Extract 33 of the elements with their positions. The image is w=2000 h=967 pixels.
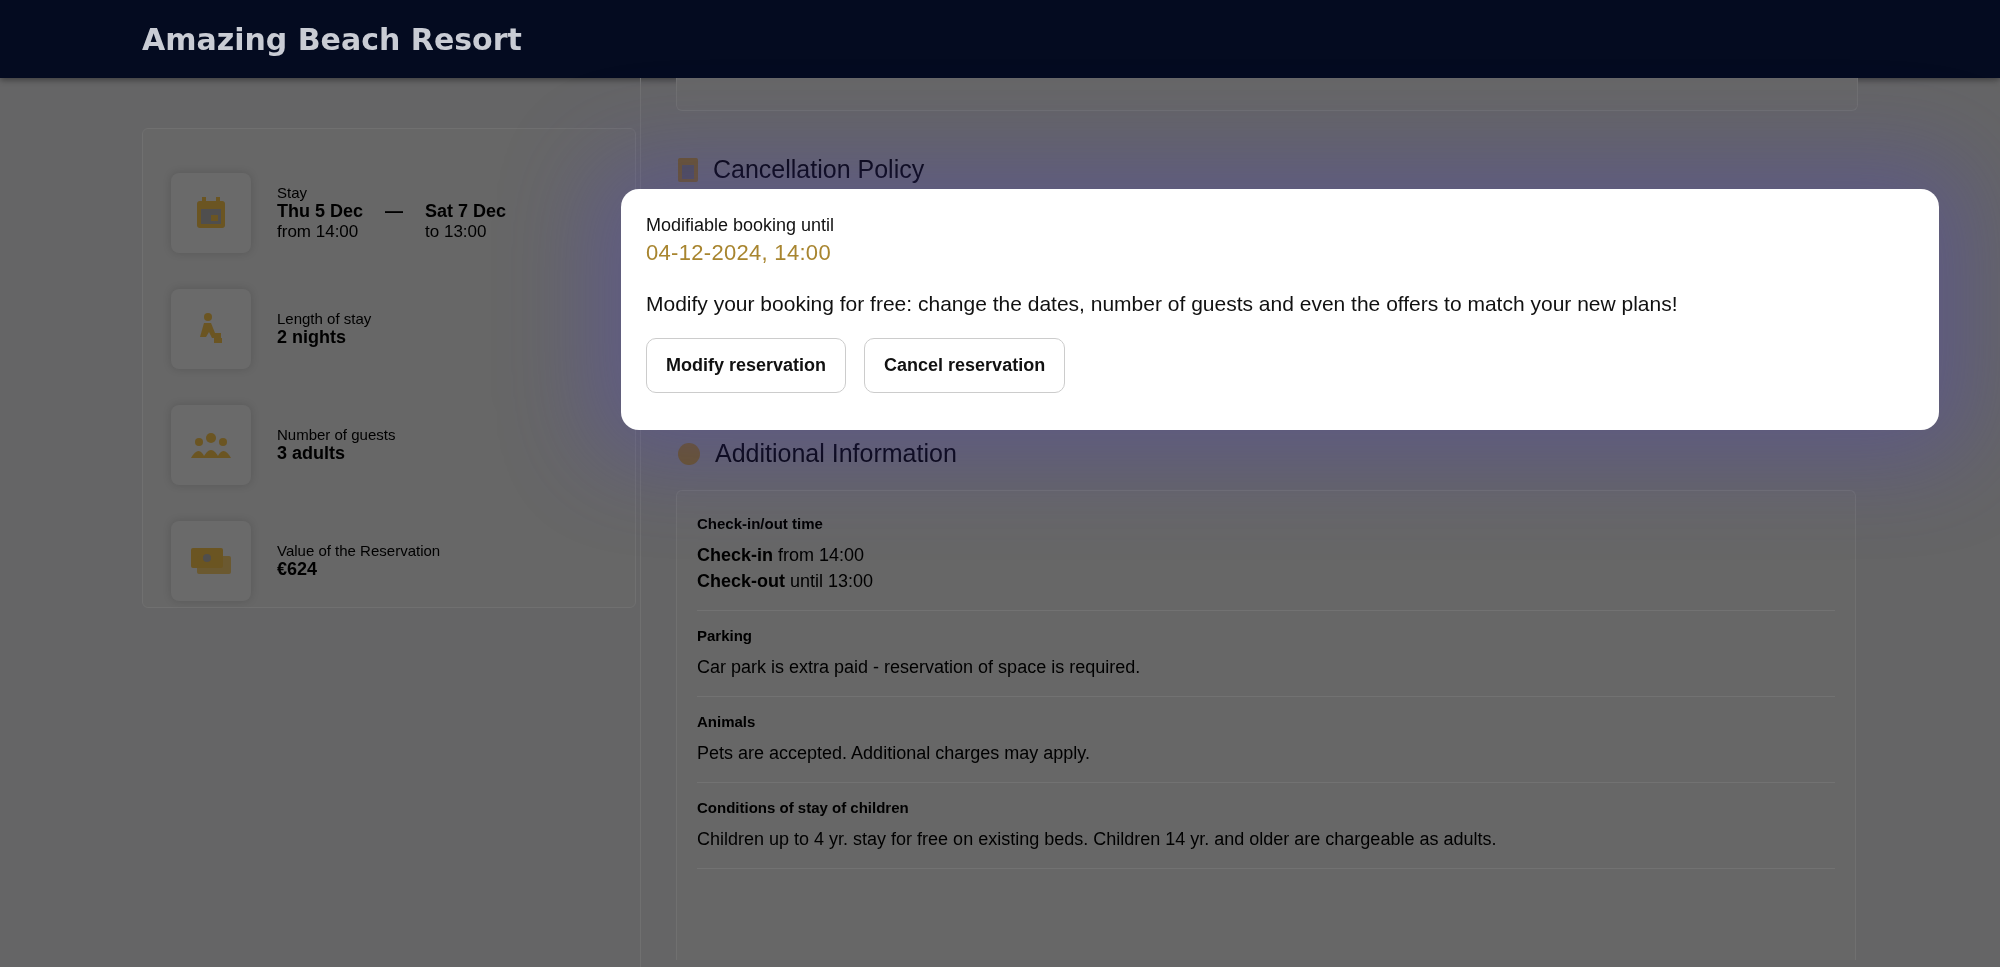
date-separator: —: [385, 201, 404, 222]
info-title: Check-in/out time: [697, 515, 823, 532]
section-heading: Cancellation Policy: [713, 155, 925, 184]
check-in-time: from 14:00: [277, 222, 360, 242]
info-text: Check-out until 13:00: [697, 570, 875, 593]
field-label: Length of stay: [277, 310, 372, 327]
field-value: 3 adults: [277, 443, 347, 464]
document-icon: [677, 156, 699, 183]
info-title: Conditions of stay of children: [697, 799, 909, 816]
modify-button[interactable]: Modify reservation: [646, 338, 847, 393]
info-title: Parking: [697, 627, 753, 644]
info-text: Car park is extra paid - reservation of space is required.: [697, 656, 1142, 679]
deadline-date: 04-12-2024, 14:00: [646, 240, 831, 266]
info-text: Pets are accepted. Additional charges may apply.: [697, 742, 1091, 765]
field-value: 2 nights: [277, 327, 347, 348]
people-icon: [191, 432, 231, 458]
section-heading: Additional Information: [715, 439, 957, 468]
field-label: Stay: [277, 184, 308, 201]
check-out-date: Sat 7 Dec: [425, 201, 507, 222]
calendar-icon: [196, 197, 226, 229]
cancel-button[interactable]: Cancel reservation: [864, 338, 1066, 393]
dialog-message: Modify your booking for free: change the dates, number of guests and even the offers to match your new plans!: [646, 292, 1678, 316]
info-text: Check-in from 14:00: [697, 544, 866, 567]
info-title: Animals: [697, 713, 756, 730]
banknote-icon: [191, 546, 231, 576]
check-out-time: to 13:00: [425, 222, 488, 242]
field-label: Number of guests: [277, 426, 396, 443]
deadline-label: Modifiable booking until: [646, 215, 835, 236]
check-in-date: Thu 5 Dec: [277, 201, 364, 222]
info-text: Children up to 4 yr. stay for free on existing beds. Children 14 yr. and older are chargeable as adults.: [697, 828, 1498, 851]
field-label: Value of the Reservation: [277, 542, 441, 559]
site-title: Amazing Beach Resort: [142, 22, 522, 57]
field-value: €624: [277, 559, 319, 580]
